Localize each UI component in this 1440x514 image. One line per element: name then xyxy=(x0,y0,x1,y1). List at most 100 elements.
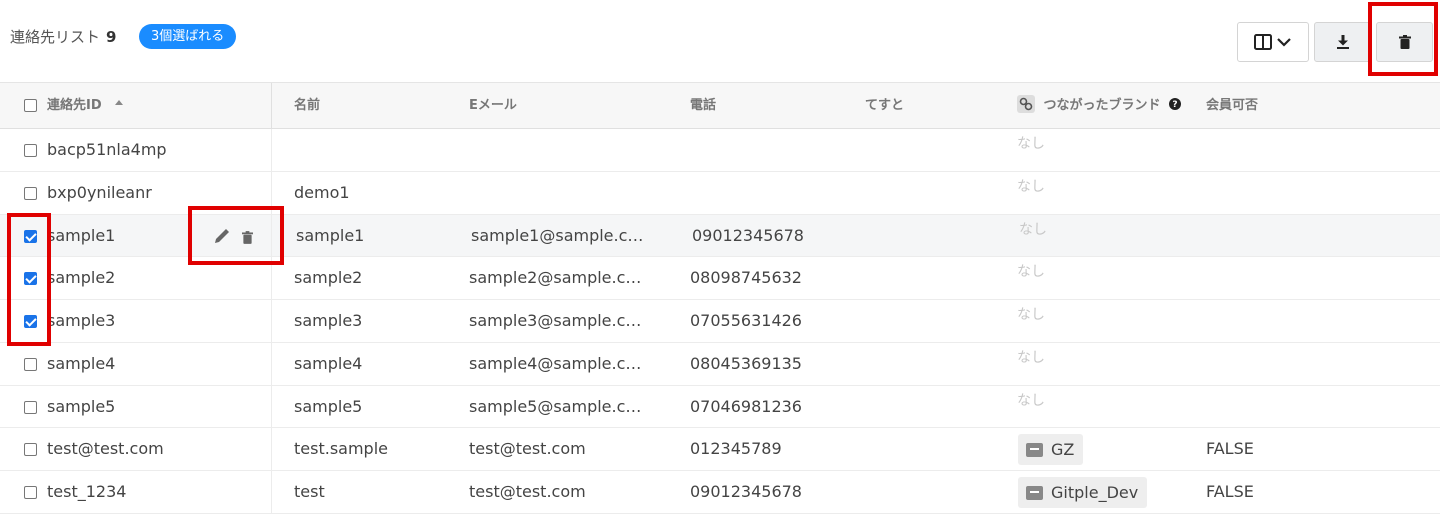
cell-contact-id: bxp0ynileanr xyxy=(47,182,152,202)
column-header-id[interactable]: 連絡先ID xyxy=(47,83,124,129)
brand-tag-label: Gitple_Dev xyxy=(1051,483,1139,502)
cell-contact-id: sample2 xyxy=(47,268,116,288)
cell-phone: 09012345678 xyxy=(692,225,804,245)
row-checkbox[interactable] xyxy=(24,400,37,414)
column-header-name[interactable]: 名前 xyxy=(294,83,320,129)
page-title: 連絡先リスト 9 xyxy=(10,26,116,47)
help-icon[interactable]: ? xyxy=(1169,98,1182,110)
link-icon xyxy=(1017,95,1035,113)
table-row[interactable]: sample5 sample5 sample5@sample.c… 070469812… xyxy=(0,385,1440,429)
contact-count: 9 xyxy=(106,27,117,46)
selected-count-badge: 3個選ばれる xyxy=(139,24,237,49)
table-row[interactable]: test@test.com test.sample test@test.com 012… xyxy=(0,428,1440,471)
brand-tag[interactable]: Gitple_Dev xyxy=(1018,477,1148,508)
row-checkbox[interactable] xyxy=(24,315,37,328)
cell-contact-id: sample1 xyxy=(47,225,116,245)
cell-name: demo1 xyxy=(294,182,350,202)
column-separator xyxy=(271,129,272,171)
cell-member: FALSE xyxy=(1206,482,1254,501)
column-header-email[interactable]: Eメール xyxy=(469,83,517,129)
delete-selected-button[interactable] xyxy=(1376,22,1433,62)
cell-brand-none: なし xyxy=(1017,392,1045,409)
column-header-brand-label: つながったブランド xyxy=(1043,98,1161,113)
column-header-member[interactable]: 会員可否 xyxy=(1206,83,1258,129)
table-row[interactable]: bxp0ynileanr demo1 なし xyxy=(0,171,1440,215)
column-header-test[interactable]: てすと xyxy=(865,83,904,129)
cell-email: test@test.com xyxy=(469,482,586,501)
column-separator xyxy=(271,214,272,257)
trash-icon xyxy=(1398,35,1411,49)
column-separator xyxy=(271,300,272,342)
cell-email: sample4@sample.c… xyxy=(469,353,642,373)
cell-email xyxy=(469,172,654,214)
cell-phone: 08098745632 xyxy=(690,268,802,288)
row-checkbox[interactable] xyxy=(24,186,37,200)
cell-name: sample5 xyxy=(294,396,363,416)
cell-phone: 07055631426 xyxy=(690,311,802,330)
table-row[interactable]: test_1234 test test@test.com 09012345678 Gi… xyxy=(0,471,1440,514)
cell-email xyxy=(469,129,654,171)
row-checkbox[interactable] xyxy=(24,357,37,371)
cell-phone: 07046981236 xyxy=(690,396,802,416)
cell-email: test@test.com xyxy=(469,439,586,459)
table-row[interactable]: bacp51nla4mp なし xyxy=(0,129,1440,172)
trash-icon xyxy=(242,230,253,244)
cell-brand-none: なし xyxy=(1017,178,1045,195)
download-icon xyxy=(1336,35,1349,49)
cell-email: sample1@sample.c… xyxy=(471,225,644,245)
cell-contact-id: sample5 xyxy=(47,396,116,416)
cell-email: sample2@sample.c… xyxy=(469,268,642,288)
row-checkbox[interactable] xyxy=(24,144,37,157)
column-separator xyxy=(271,428,272,470)
row-checkbox[interactable] xyxy=(24,443,37,457)
column-separator xyxy=(271,171,272,214)
row-checkbox[interactable] xyxy=(24,486,37,499)
table-row[interactable]: sample2 sample2 sample2@sample.c… 080987456… xyxy=(0,257,1440,300)
row-checkbox[interactable] xyxy=(24,229,37,243)
contacts-table: 連絡先ID 名前 Eメール 電話 てすと つながったブランド ? 会員可否 ba… xyxy=(0,82,1440,514)
chat-icon xyxy=(1026,442,1043,457)
columns-toggle-button[interactable] xyxy=(1237,22,1309,62)
pencil-icon xyxy=(215,228,229,243)
column-separator xyxy=(271,471,272,513)
brand-tag-label: GZ xyxy=(1051,440,1075,460)
row-checkbox[interactable] xyxy=(24,272,37,286)
download-button[interactable] xyxy=(1314,22,1371,62)
chat-icon xyxy=(1026,485,1043,500)
cell-name: test xyxy=(294,482,325,501)
list-header: 連絡先リスト 9 3個選ばれる xyxy=(0,0,1440,82)
cell-member: FALSE xyxy=(1206,439,1254,459)
column-header-id-label: 連絡先ID xyxy=(47,98,102,113)
cell-contact-id: sample4 xyxy=(47,353,116,373)
cell-phone: 09012345678 xyxy=(690,482,802,501)
cell-phone: 08045369135 xyxy=(690,353,802,373)
table-row[interactable]: sample4 sample4 sample4@sample.c… 080453691… xyxy=(0,342,1440,386)
cell-brand-none: なし xyxy=(1017,349,1045,366)
column-header-phone[interactable]: 電話 xyxy=(690,83,716,129)
svg-text:?: ? xyxy=(1172,100,1177,110)
cell-name: sample2 xyxy=(294,268,363,288)
cell-name: sample4 xyxy=(294,353,363,373)
table-header: 連絡先ID 名前 Eメール 電話 てすと つながったブランド ? 会員可否 xyxy=(0,82,1440,129)
cell-contact-id: test@test.com xyxy=(47,439,164,459)
cell-email: sample5@sample.c… xyxy=(469,396,642,416)
cell-contact-id: bacp51nla4mp xyxy=(47,140,167,159)
edit-row-button[interactable] xyxy=(215,228,230,247)
select-all-checkbox[interactable] xyxy=(24,99,37,112)
delete-row-button[interactable] xyxy=(242,229,253,248)
cell-name: sample1 xyxy=(296,225,365,245)
column-separator xyxy=(271,342,272,385)
table-row[interactable]: sample1 sample1 sample1@sample.c… 09012345… xyxy=(0,214,1440,258)
cell-email: sample3@sample.c… xyxy=(469,311,642,330)
table-row[interactable]: sample3 sample3 sample3@sample.c… 070556314… xyxy=(0,300,1440,343)
cell-name: sample3 xyxy=(294,311,363,330)
cell-brand-none: なし xyxy=(1017,264,1045,281)
page-title-text: 連絡先リスト xyxy=(10,28,101,46)
cell-contact-id: sample3 xyxy=(47,311,116,330)
cell-name: test.sample xyxy=(294,439,388,459)
cell-brand-none: なし xyxy=(1017,136,1045,152)
brand-tag[interactable]: GZ xyxy=(1018,434,1084,466)
cell-brand-none: なし xyxy=(1017,307,1045,323)
sort-asc-icon xyxy=(115,100,124,105)
column-separator xyxy=(271,257,272,299)
